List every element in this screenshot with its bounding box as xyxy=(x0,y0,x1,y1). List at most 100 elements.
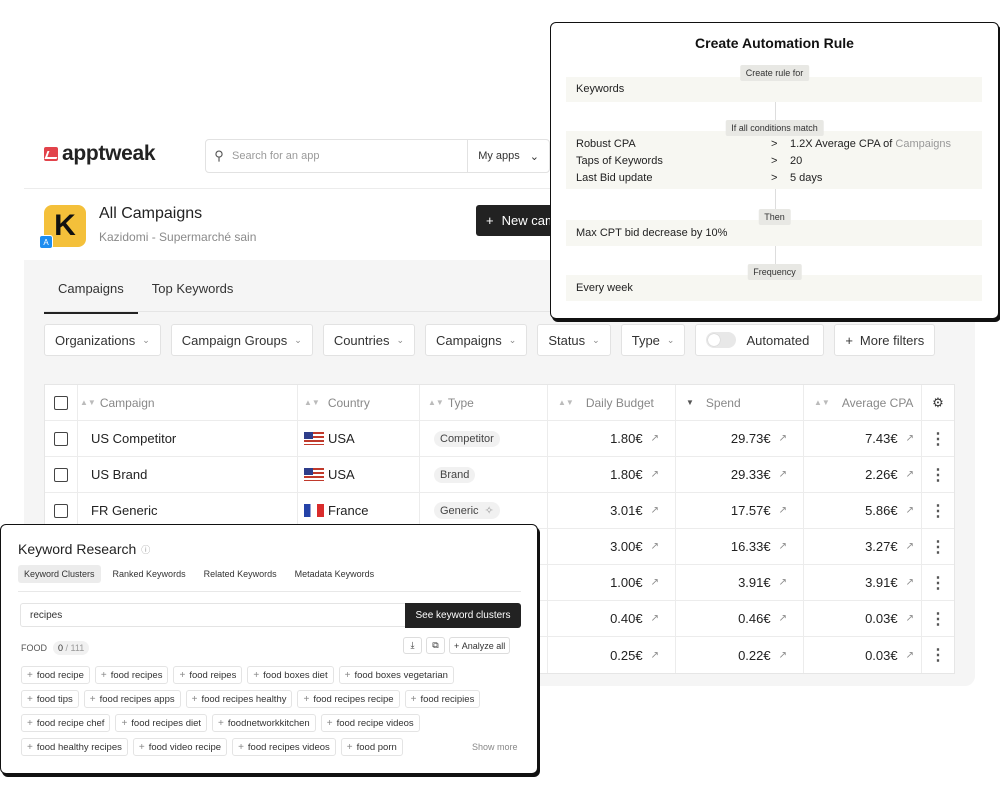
show-more-link[interactable]: Show more xyxy=(472,742,518,752)
keyword-research-card: Keyword Research ⓘ Keyword Clusters Rank… xyxy=(0,524,538,774)
chart-icon[interactable]: ↗ xyxy=(651,433,659,444)
row-menu[interactable]: ⋮ xyxy=(922,565,954,600)
filter-campaigns[interactable]: Campaigns ⌄ xyxy=(425,324,528,356)
filter-countries[interactable]: Countries ⌄ xyxy=(322,324,415,356)
keyword-chip[interactable]: + food recipes apps xyxy=(83,690,181,708)
column-settings[interactable]: ⚙ xyxy=(922,385,954,420)
chart-icon[interactable]: ↗ xyxy=(651,505,659,516)
row-checkbox[interactable] xyxy=(54,467,68,482)
download-icon[interactable]: ⤓ xyxy=(403,637,422,654)
chart-icon[interactable]: ↗ xyxy=(906,577,914,588)
chart-icon[interactable]: ↗ xyxy=(906,469,914,480)
kebab-menu-icon: ⋮ xyxy=(930,538,946,556)
keyword-chip[interactable]: + food recipes xyxy=(94,666,169,684)
chart-icon[interactable]: ↗ xyxy=(651,650,659,661)
automated-toggle[interactable]: Automated xyxy=(695,324,825,356)
keyword-chip[interactable]: + food recipe xyxy=(21,666,90,684)
tab-keyword-clusters[interactable]: Keyword Clusters xyxy=(18,565,101,583)
filter-campaign-groups[interactable]: Campaign Groups ⌄ xyxy=(170,324,313,356)
chart-icon[interactable]: ↗ xyxy=(906,433,914,444)
toggle-switch[interactable] xyxy=(706,332,737,348)
keyword-chip[interactable]: + food boxes vegetarian xyxy=(338,666,454,684)
keyword-chip[interactable]: + food video recipe xyxy=(132,738,228,756)
sparkle-icon: ✧ xyxy=(484,505,494,517)
row-menu[interactable]: ⋮ xyxy=(922,457,954,492)
row-menu[interactable]: ⋮ xyxy=(922,601,954,636)
keyword-chip[interactable]: + food tips xyxy=(21,690,79,708)
chart-icon[interactable]: ↗ xyxy=(779,469,787,480)
keyword-search-input[interactable]: recipes xyxy=(20,603,406,627)
analyze-all-button[interactable]: + Analyze all xyxy=(449,637,511,654)
row-menu[interactable]: ⋮ xyxy=(922,529,954,564)
header-daily-budget[interactable]: ▲▼ Daily Budget xyxy=(548,385,676,420)
keyword-chip[interactable]: + food recipe chef xyxy=(21,714,111,732)
copy-icon[interactable]: ⧉ xyxy=(426,637,445,654)
keyword-chip[interactable]: + food recipes diet xyxy=(115,714,208,732)
keyword-chip[interactable]: + food healthy recipes xyxy=(21,738,128,756)
tab-top-keywords[interactable]: Top Keywords xyxy=(138,275,248,314)
tab-campaigns[interactable]: Campaigns xyxy=(44,275,138,314)
keyword-chip-label: food boxes vegetarian xyxy=(354,669,448,681)
keyword-chip[interactable]: + food porn xyxy=(340,738,403,756)
row-menu[interactable]: ⋮ xyxy=(922,493,954,528)
keyword-chip[interactable]: + food recipe videos xyxy=(320,714,420,732)
table-row[interactable]: US Competitor USA Competitor 1.80€ ↗ 29.7… xyxy=(45,421,954,457)
cpa-value: 5.86€ xyxy=(865,503,898,518)
header-campaign[interactable]: ▲▼ Campaign xyxy=(77,385,298,420)
row-menu[interactable]: ⋮ xyxy=(922,421,954,456)
campaign-name[interactable]: FR Generic xyxy=(77,493,298,528)
filter-organizations[interactable]: Organizations ⌄ xyxy=(44,324,161,356)
campaign-name[interactable]: US Brand xyxy=(77,457,298,492)
chart-icon[interactable]: ↗ xyxy=(779,613,787,624)
chart-icon[interactable]: ↗ xyxy=(779,433,787,444)
filter-type[interactable]: Type ⌄ xyxy=(620,324,686,356)
select-all-checkbox[interactable] xyxy=(54,395,68,410)
chart-icon[interactable]: ↗ xyxy=(651,577,659,588)
row-menu[interactable]: ⋮ xyxy=(922,637,954,673)
chart-icon[interactable]: ↗ xyxy=(779,541,787,552)
campaign-name[interactable]: US Competitor xyxy=(77,421,298,456)
table-row[interactable]: US Brand USA Brand 1.80€ ↗ 29.33€ ↗ 2.26€ ↗… xyxy=(45,457,954,493)
more-filters-button[interactable]: + More filters xyxy=(834,324,936,356)
chart-icon[interactable]: ↗ xyxy=(651,541,659,552)
header-average-cpa[interactable]: ▲▼ Average CPA xyxy=(804,385,922,420)
my-apps-dropdown[interactable]: My apps ⌄ xyxy=(468,150,549,163)
chart-icon[interactable]: ↗ xyxy=(906,505,914,516)
budget-cell: 0.40€ ↗ xyxy=(548,601,676,636)
app-search-bar: ⚲ My apps ⌄ xyxy=(205,139,550,173)
plus-icon: + xyxy=(410,693,417,705)
header-type[interactable]: ▲▼ Type xyxy=(420,385,548,420)
chart-icon[interactable]: ↗ xyxy=(651,613,659,624)
keyword-chip[interactable]: + food recipies xyxy=(404,690,481,708)
keyword-chip[interactable]: + foodnetworkkitchen xyxy=(212,714,316,732)
keyword-chip[interactable]: + food boxes diet xyxy=(247,666,334,684)
keyword-chip[interactable]: + food reipes xyxy=(173,666,243,684)
chart-icon[interactable]: ↗ xyxy=(779,505,787,516)
tab-metadata-keywords[interactable]: Metadata Keywords xyxy=(289,565,381,583)
keyword-chip[interactable]: + food recipes recipe xyxy=(297,690,400,708)
tab-related-keywords[interactable]: Related Keywords xyxy=(198,565,283,583)
chart-icon[interactable]: ↗ xyxy=(906,650,914,661)
keyword-chip[interactable]: + food recipes videos xyxy=(232,738,336,756)
keyword-chip-label: food video recipe xyxy=(148,741,222,753)
header-country[interactable]: ▲▼ Country xyxy=(298,385,420,420)
table-header-row: ▲▼ Campaign ▲▼ Country ▲▼ Type ▲▼ Daily Budg… xyxy=(45,385,954,421)
info-icon[interactable]: ⓘ xyxy=(141,543,150,556)
keyword-chip[interactable]: + food recipes healthy xyxy=(185,690,293,708)
search-input[interactable] xyxy=(232,150,462,162)
see-keyword-clusters-button[interactable]: See keyword clusters xyxy=(405,603,521,628)
row-checkbox[interactable] xyxy=(54,431,68,446)
chart-icon[interactable]: ↗ xyxy=(779,650,787,661)
filter-status[interactable]: Status ⌄ xyxy=(537,324,611,356)
rule-conditions-box[interactable]: Robust CPA >1.2X Average CPA of Campaigns… xyxy=(566,131,982,189)
chart-icon[interactable]: ↗ xyxy=(906,541,914,552)
app-subtitle: Kazidomi - Supermarché sain xyxy=(99,230,257,244)
apptweak-logo[interactable]: apptweak xyxy=(44,142,156,166)
tab-ranked-keywords[interactable]: Ranked Keywords xyxy=(107,565,192,583)
chart-icon[interactable]: ↗ xyxy=(651,469,659,480)
header-spend[interactable]: ▼ Spend xyxy=(676,385,804,420)
row-checkbox[interactable] xyxy=(54,503,68,518)
budget-cell: 1.80€ ↗ xyxy=(548,421,676,456)
chart-icon[interactable]: ↗ xyxy=(779,577,787,588)
chart-icon[interactable]: ↗ xyxy=(906,613,914,624)
